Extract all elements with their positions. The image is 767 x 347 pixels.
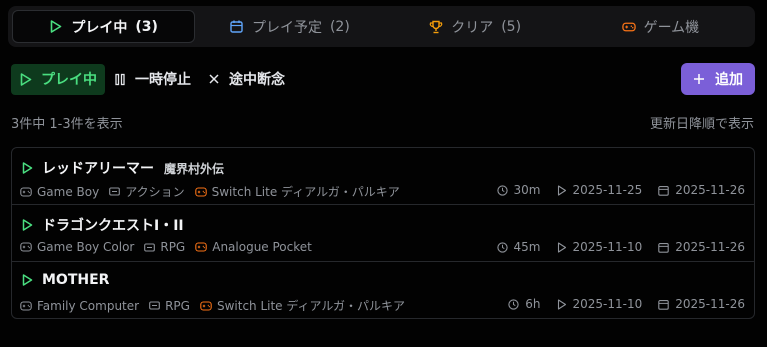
tag-icon — [144, 242, 156, 252]
calendar-icon — [230, 20, 244, 34]
device-label: Analogue Pocket — [212, 240, 312, 254]
game-title: ドラゴンクエストI・II — [42, 218, 184, 234]
filter-paused[interactable]: 一時停止 — [105, 64, 199, 95]
tag-icon — [109, 187, 121, 196]
updated-date: 2025-11-26 — [675, 297, 745, 311]
pause-icon — [113, 72, 127, 86]
filter-label: 途中断念 — [229, 72, 285, 88]
updated-date: 2025-11-26 — [675, 240, 745, 254]
play-icon — [22, 162, 34, 174]
result-count: 3件中 1-3件を表示 — [11, 117, 123, 132]
gamepad-icon — [621, 20, 636, 34]
calendar-icon — [658, 242, 669, 253]
playtime: 30m — [513, 183, 541, 197]
filter-abandoned[interactable]: 途中断念 — [199, 64, 293, 95]
gamepad-icon — [200, 300, 212, 311]
tab-cleared[interactable]: クリア (5) — [385, 10, 566, 43]
play-icon — [557, 184, 567, 196]
start-date: 2025-11-10 — [572, 297, 643, 311]
game-row[interactable]: MOTHER Family Computer RPG Switch Lite デ… — [12, 262, 754, 318]
play-icon — [557, 298, 567, 310]
platform-label: Family Computer — [37, 298, 140, 313]
tab-count: (3) — [135, 18, 158, 35]
updated-date: 2025-11-26 — [675, 183, 745, 197]
genre-label: アクション — [125, 185, 185, 199]
game-list: レッドアリーマー 魔界村外伝 Game Boy アクション Switch Lit… — [11, 147, 755, 319]
start-date: 2025-11-25 — [572, 183, 643, 197]
game-title: レッドアリーマー — [42, 161, 154, 177]
game-subtitle: 魔界村外伝 — [164, 161, 225, 176]
tab-count: (5) — [501, 18, 522, 35]
status-filter-group: プレイ中 一時停止 途中断念 — [11, 63, 293, 95]
calendar-icon — [658, 185, 669, 196]
game-title: MOTHER — [42, 272, 110, 288]
platform-label: Game Boy — [37, 184, 100, 199]
play-icon — [557, 241, 567, 253]
close-icon — [207, 72, 221, 86]
gamepad-icon — [195, 242, 207, 252]
gamepad-icon — [20, 300, 32, 311]
play-icon — [49, 20, 63, 34]
tag-icon — [149, 301, 160, 310]
tab-playing[interactable]: プレイ中 (3) — [12, 10, 196, 43]
platform-label: Game Boy Color — [37, 240, 135, 254]
tab-planned[interactable]: プレイ予定 (2) — [199, 10, 380, 43]
filter-label: 一時停止 — [135, 72, 191, 88]
calendar-icon — [658, 299, 669, 310]
device-label: Switch Lite ディアルガ・パルキア — [216, 299, 406, 313]
playtime: 45m — [513, 240, 541, 254]
sort-order[interactable]: 更新日降順で表示 — [650, 113, 754, 132]
clock-icon — [496, 184, 508, 196]
tab-label: プレイ中 — [71, 19, 128, 36]
start-date: 2025-11-10 — [572, 240, 643, 254]
device-label: Switch Lite ディアルガ・パルキア — [211, 185, 400, 199]
play-icon — [19, 72, 33, 86]
add-button-label: 追加 — [715, 72, 743, 88]
play-icon — [22, 219, 34, 231]
gamepad-icon — [194, 186, 207, 197]
clock-icon — [496, 241, 508, 253]
tab-label: クリア — [451, 19, 494, 36]
game-row[interactable]: レッドアリーマー 魔界村外伝 Game Boy アクション Switch Lit… — [12, 148, 754, 205]
filter-label: プレイ中 — [41, 72, 97, 88]
trophy-icon — [429, 20, 443, 34]
playtime: 6h — [525, 297, 541, 311]
tab-consoles[interactable]: ゲーム機 — [570, 10, 751, 43]
plus-icon — [693, 73, 705, 85]
status-tabs: プレイ中 (3) プレイ予定 (2) クリア (5) ゲーム機 — [8, 6, 755, 47]
game-row[interactable]: ドラゴンクエストI・II Game Boy Color RPG Analogue… — [12, 205, 754, 262]
add-game-button[interactable]: 追加 — [681, 63, 755, 95]
gameboy-icon — [20, 186, 32, 197]
tab-label: ゲーム機 — [643, 19, 700, 36]
genre-label: RPG — [160, 240, 186, 254]
clock-icon — [508, 298, 519, 310]
genre-label: RPG — [165, 298, 190, 313]
tab-count: (2) — [329, 18, 350, 35]
gameboy-icon — [20, 242, 32, 252]
play-icon — [22, 274, 34, 286]
tab-label: プレイ予定 — [251, 19, 322, 36]
filter-playing[interactable]: プレイ中 — [11, 63, 105, 95]
